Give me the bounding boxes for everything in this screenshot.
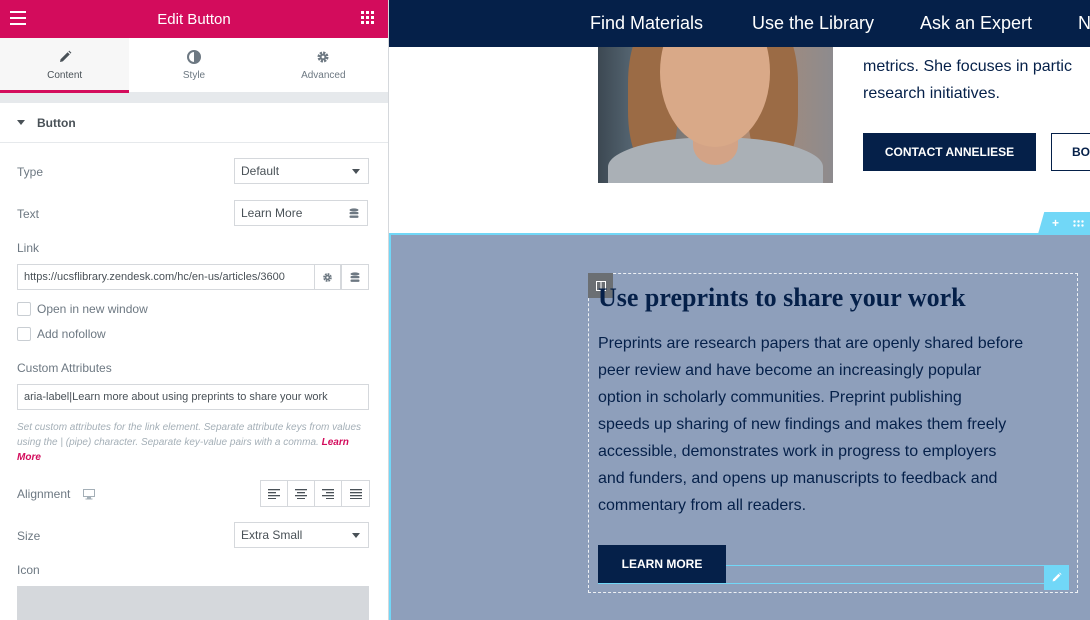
custom-attributes-description: Set custom attributes for the link eleme… (17, 420, 372, 465)
panel-tabs: Content Style Advanced (0, 38, 388, 93)
open-new-window-label: Open in new window (37, 302, 148, 316)
link-dynamic-tags-button[interactable] (341, 264, 369, 290)
paragraph-line: peer review and have become an increasin… (598, 362, 982, 379)
link-label: Link (17, 241, 40, 255)
nofollow-label: Add nofollow (37, 327, 106, 341)
database-icon (349, 207, 359, 218)
tab-style-label: Style (182, 70, 206, 81)
tab-advanced-label: Advanced (301, 70, 346, 81)
contact-button[interactable]: CONTACT ANNELIESE (863, 133, 1036, 171)
tab-content-label: Content (47, 70, 83, 81)
section-title: Button (37, 115, 76, 130)
nav-use-the-library[interactable]: Use the Library (752, 13, 874, 34)
learn-more-button[interactable]: LEARN MORE (598, 545, 726, 583)
pencil-icon (1052, 572, 1062, 582)
librarian-photo (598, 47, 833, 183)
custom-attributes-input[interactable]: aria-label|Learn more about using prepri… (17, 384, 369, 410)
align-left-icon (268, 488, 280, 499)
panel-title: Edit Button (157, 10, 231, 28)
tab-content[interactable]: Content (0, 38, 130, 93)
link-url-input[interactable]: https://ucsflibrary.zendesk.com/hc/en-us… (17, 264, 315, 290)
alignment-choices (260, 480, 370, 507)
nav-item-cut-off[interactable]: N (1078, 13, 1090, 34)
paragraph-line: commentary from all readers. (598, 497, 807, 514)
custom-attributes-label: Custom Attributes (17, 361, 112, 375)
description-text: Set custom attributes for the link eleme… (17, 422, 362, 448)
align-justify-button[interactable] (342, 481, 369, 506)
chevron-down-icon (352, 169, 360, 174)
size-label: Size (17, 529, 41, 543)
alignment-label: Alignment (17, 487, 71, 501)
type-select-value: Default (241, 164, 280, 178)
section-button-toggle[interactable]: Button (0, 103, 388, 143)
open-new-window-checkbox[interactable] (17, 302, 31, 316)
text-label: Text (17, 207, 40, 221)
paragraph-line: accessible, demonstrates work in progres… (598, 443, 997, 460)
bio-text-line: research initiatives. (863, 85, 1000, 102)
pencil-icon (57, 49, 73, 65)
align-justify-icon (349, 488, 362, 499)
gear-icon (315, 49, 331, 65)
gear-icon (323, 272, 332, 282)
widgets-grid-icon[interactable] (361, 11, 374, 24)
edit-widget-button[interactable] (1044, 565, 1069, 590)
paragraph-line: speeds up sharing of new findings and ma… (598, 416, 1007, 433)
database-icon (350, 271, 360, 282)
hamburger-menu-icon[interactable] (10, 11, 26, 25)
panel-divider (0, 93, 388, 103)
icon-label: Icon (17, 563, 40, 577)
chevron-down-icon (352, 533, 360, 538)
nofollow-checkbox[interactable] (17, 327, 31, 341)
align-center-button[interactable] (288, 481, 315, 506)
section-handle[interactable]: + (1038, 212, 1090, 234)
site-navigation: Find Materials Use the Library Ask an Ex… (389, 0, 1090, 47)
drag-handle-icon[interactable] (1073, 216, 1084, 230)
site-preview: Find Materials Use the Library Ask an Ex… (389, 0, 1090, 620)
size-select[interactable]: Extra Small (234, 522, 369, 548)
custom-attributes-value: aria-label|Learn more about using prepri… (24, 391, 328, 403)
text-input[interactable]: Learn More (234, 200, 342, 226)
icon-picker[interactable] (17, 586, 369, 620)
tab-advanced[interactable]: Advanced (259, 38, 388, 92)
align-left-button[interactable] (261, 481, 288, 506)
book-button[interactable]: BO (1051, 133, 1090, 171)
caret-down-icon (17, 120, 25, 125)
type-label: Type (17, 165, 44, 179)
link-options-button[interactable] (314, 264, 341, 290)
section-heading: Use preprints to share your work (598, 283, 966, 312)
align-right-icon (322, 488, 334, 499)
tab-style[interactable]: Style (129, 38, 258, 92)
type-select[interactable]: Default (234, 158, 369, 184)
align-right-button[interactable] (315, 481, 342, 506)
paragraph-line: option in scholarly communities. Preprin… (598, 389, 962, 406)
nav-find-materials[interactable]: Find Materials (590, 13, 703, 34)
paragraph-line: and funders, and opens up manuscripts to… (598, 470, 998, 487)
add-icon[interactable]: + (1052, 216, 1059, 230)
dynamic-tags-button[interactable] (341, 200, 368, 226)
panel-header: Edit Button (0, 0, 388, 38)
bio-text-line: metrics. She focuses in partic (863, 58, 1072, 75)
nav-ask-an-expert[interactable]: Ask an Expert (920, 13, 1032, 34)
elementor-panel: Edit Button Content Style Advanced Butto… (0, 0, 389, 620)
text-input-value: Learn More (241, 206, 303, 220)
desktop-icon[interactable] (83, 487, 95, 505)
align-center-icon (295, 488, 307, 499)
link-url-value: https://ucsflibrary.zendesk.com/hc/en-us… (24, 271, 285, 283)
half-circle-icon (186, 49, 202, 65)
size-select-value: Extra Small (241, 528, 303, 542)
paragraph-line: Preprints are research papers that are o… (598, 335, 1024, 352)
